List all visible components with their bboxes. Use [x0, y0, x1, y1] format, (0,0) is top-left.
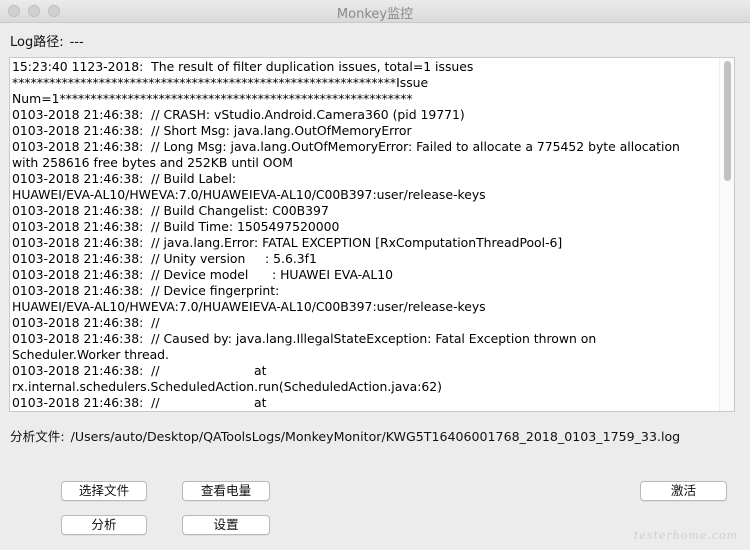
log-line: with 258616 free bytes and 252KB until O…	[12, 155, 293, 170]
log-line: ****************************************…	[12, 75, 429, 90]
log-lines: 15:23:40 1123-2018: The result of filter…	[12, 59, 717, 411]
activate-button[interactable]: 激活	[640, 481, 727, 501]
log-line: 0103-2018 21:46:38: //	[12, 315, 160, 330]
log-output-textarea[interactable]: 15:23:40 1123-2018: The result of filter…	[9, 57, 735, 412]
log-line: 0103-2018 21:46:38: // java.lang.Error: …	[12, 235, 563, 250]
log-path-row: Log路径: ---	[10, 31, 84, 50]
log-line: 0103-2018 21:46:38: // Long Msg: java.la…	[12, 139, 680, 154]
analysis-file-label: 分析文件:	[10, 429, 65, 444]
analyze-button[interactable]: 分析	[61, 515, 147, 535]
log-line: 0103-2018 21:46:38: // Device fingerprin…	[12, 283, 280, 298]
log-line: Num=1***********************************…	[12, 91, 413, 106]
log-line: Scheduler.Worker thread.	[12, 347, 169, 362]
log-line: 0103-2018 21:46:38: // at	[12, 363, 267, 378]
analysis-file-row: 分析文件: /Users/auto/Desktop/QAToolsLogs/Mon…	[10, 426, 680, 445]
log-line: 0103-2018 21:46:38: // Device model : HU…	[12, 267, 394, 282]
log-line: HUAWEI/EVA-AL10/HWEVA:7.0/HUAWEIEVA-AL10…	[12, 187, 486, 202]
log-line: HUAWEI/EVA-AL10/HWEVA:7.0/HUAWEIEVA-AL10…	[12, 299, 486, 314]
title-bar: Monkey监控	[0, 0, 750, 23]
log-line: rx.internal.schedulers.ScheduledAction.r…	[12, 379, 442, 394]
window-title: Monkey监控	[336, 7, 414, 22]
check-power-button[interactable]: 查看电量	[182, 481, 270, 501]
vertical-scrollbar[interactable]	[719, 58, 734, 411]
log-line: 0103-2018 21:46:38: // at	[12, 395, 267, 410]
select-file-button[interactable]: 选择文件	[61, 481, 147, 501]
log-line: 0103-2018 21:46:38: // Caused by: java.l…	[12, 331, 597, 346]
log-line: 0103-2018 21:46:38: // Build Time: 15054…	[12, 219, 340, 234]
log-path-value: ---	[69, 35, 84, 50]
log-line: 0103-2018 21:46:38: // Unity version : 5…	[12, 251, 317, 266]
log-line: 15:23:40 1123-2018: The result of filter…	[12, 59, 474, 74]
watermark: testerhome.com	[633, 529, 738, 542]
log-line: 0103-2018 21:46:38: // CRASH: vStudio.An…	[12, 107, 465, 122]
monkey-monitor-window: Monkey监控 Log路径: --- 15:23:40 1123-2018: T…	[0, 0, 750, 550]
log-line: 0103-2018 21:46:38: // Build Changelist:…	[12, 203, 329, 218]
log-path-label: Log路径:	[10, 35, 64, 50]
log-line: 0103-2018 21:46:38: // Short Msg: java.l…	[12, 123, 412, 138]
settings-button[interactable]: 设置	[182, 515, 270, 535]
analysis-file-path: /Users/auto/Desktop/QAToolsLogs/MonkeyMo…	[70, 429, 681, 444]
scrollbar-thumb[interactable]	[724, 61, 731, 181]
log-line: 0103-2018 21:46:38: // Build Label:	[12, 171, 237, 186]
